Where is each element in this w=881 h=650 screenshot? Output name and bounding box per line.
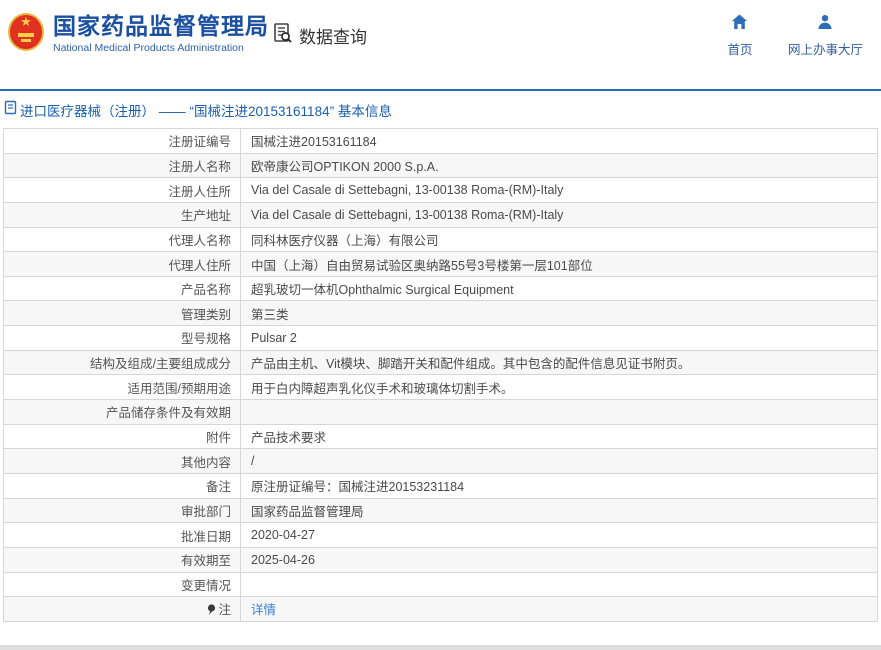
table-row: 型号规格Pulsar 2 xyxy=(4,326,878,351)
field-value xyxy=(241,572,878,597)
national-emblem-icon: ★ xyxy=(8,11,45,55)
field-value: Via del Casale di Settebagni, 13-00138 R… xyxy=(241,202,878,227)
brand-text: 国家药品监督管理局 National Medical Products Admi… xyxy=(53,13,269,54)
home-icon xyxy=(731,14,748,39)
table-row: 批准日期2020-04-27 xyxy=(4,523,878,548)
breadcrumb: 进口医疗器械（注册） —— “国械注进20153161184” 基本信息 xyxy=(0,91,881,128)
field-value: 第三类 xyxy=(241,301,878,326)
site-title: 国家药品监督管理局 xyxy=(53,13,269,39)
field-value: 2025-04-26 xyxy=(241,547,878,572)
field-label: 结构及组成/主要组成成分 xyxy=(4,350,241,375)
table-row: 代理人住所中国（上海）自由贸易试验区奥纳路55号3号楼第一层101部位 xyxy=(4,252,878,277)
field-value: 详情 xyxy=(241,597,878,622)
user-icon xyxy=(817,14,833,39)
table-row: 其他内容/ xyxy=(4,449,878,474)
field-value: 2020-04-27 xyxy=(241,523,878,548)
field-label: 适用范围/预期用途 xyxy=(4,375,241,400)
field-value: 国家药品监督管理局 xyxy=(241,498,878,523)
nav-item-label: 网上办事大厅 xyxy=(788,39,863,58)
registration-info-table: 注册证编号国械注进20153161184 注册人名称欧帝康公司OPTIKON 2… xyxy=(3,128,878,622)
field-value: / xyxy=(241,449,878,474)
site-subtitle: National Medical Products Administration xyxy=(53,42,269,54)
nav-item-home[interactable]: 首页 xyxy=(720,14,760,58)
nav-item-label: 首页 xyxy=(727,39,752,58)
field-label: 管理类别 xyxy=(4,301,241,326)
table-row: 生产地址Via del Casale di Settebagni, 13-001… xyxy=(4,202,878,227)
table-row: 注册人住所Via del Casale di Settebagni, 13-00… xyxy=(4,178,878,203)
table-row: 管理类别第三类 xyxy=(4,301,878,326)
table-row: 结构及组成/主要组成成分产品由主机、Vit模块、脚踏开关和配件组成。其中包含的配… xyxy=(4,350,878,375)
field-label: 变更情况 xyxy=(4,572,241,597)
field-value: 原注册证编号：国械注进20153231184 xyxy=(241,473,878,498)
field-label: 注册人名称 xyxy=(4,153,241,178)
field-label: 附件 xyxy=(4,424,241,449)
page-title: 进口医疗器械（注册） —— “国械注进20153161184” 基本信息 xyxy=(20,100,392,120)
document-search-icon xyxy=(272,22,299,49)
table-row: 适用范围/预期用途用于白内障超声乳化仪手术和玻璃体切割手术。 xyxy=(4,375,878,400)
field-value: 欧帝康公司OPTIKON 2000 S.p.A. xyxy=(241,153,878,178)
field-label: 批准日期 xyxy=(4,523,241,548)
field-value: 中国（上海）自由贸易试验区奥纳路55号3号楼第一层101部位 xyxy=(241,252,878,277)
page: ★ 国家药品监督管理局 National Medical Products Ad… xyxy=(0,0,881,645)
field-label: 注 xyxy=(4,597,241,622)
page-background xyxy=(0,645,881,650)
data-query-label: 数据查询 xyxy=(299,23,367,48)
field-label: 备注 xyxy=(4,473,241,498)
field-label: 型号规格 xyxy=(4,326,241,351)
field-label: 其他内容 xyxy=(4,449,241,474)
field-label: 代理人名称 xyxy=(4,227,241,252)
page-icon xyxy=(4,100,20,120)
field-label: 审批部门 xyxy=(4,498,241,523)
field-label: 注册证编号 xyxy=(4,129,241,154)
field-label: 有效期至 xyxy=(4,547,241,572)
table-row: 注 详情 xyxy=(4,597,878,622)
table-row: 审批部门国家药品监督管理局 xyxy=(4,498,878,523)
nav-item-service-hall[interactable]: 网上办事大厅 xyxy=(788,14,863,58)
table-row: 注册人名称欧帝康公司OPTIKON 2000 S.p.A. xyxy=(4,153,878,178)
table-row: 产品储存条件及有效期 xyxy=(4,400,878,425)
logo-link[interactable]: ★ 国家药品监督管理局 National Medical Products Ad… xyxy=(8,11,269,55)
field-value: Via del Casale di Settebagni, 13-00138 R… xyxy=(241,178,878,203)
field-label: 生产地址 xyxy=(4,202,241,227)
field-value: 用于白内障超声乳化仪手术和玻璃体切割手术。 xyxy=(241,375,878,400)
table-row: 备注原注册证编号：国械注进20153231184 xyxy=(4,473,878,498)
table-row: 产品名称超乳玻切一体机Ophthalmic Surgical Equipment xyxy=(4,276,878,301)
pin-icon xyxy=(207,604,216,619)
field-label: 产品名称 xyxy=(4,276,241,301)
data-query-button[interactable]: 数据查询 xyxy=(272,22,367,49)
table-row: 代理人名称同科林医疗仪器（上海）有限公司 xyxy=(4,227,878,252)
detail-link[interactable]: 详情 xyxy=(251,603,276,617)
field-value: 国械注进20153161184 xyxy=(241,129,878,154)
field-value xyxy=(241,400,878,425)
table-row: 附件产品技术要求 xyxy=(4,424,878,449)
field-label: 注册人住所 xyxy=(4,178,241,203)
field-value: Pulsar 2 xyxy=(241,326,878,351)
field-value: 超乳玻切一体机Ophthalmic Surgical Equipment xyxy=(241,276,878,301)
top-nav: 首页 网上办事大厅 xyxy=(720,14,863,58)
field-label: 产品储存条件及有效期 xyxy=(4,400,241,425)
field-value: 产品技术要求 xyxy=(241,424,878,449)
site-header: ★ 国家药品监督管理局 National Medical Products Ad… xyxy=(0,0,881,91)
table-row: 有效期至2025-04-26 xyxy=(4,547,878,572)
table-row: 变更情况 xyxy=(4,572,878,597)
table-row: 注册证编号国械注进20153161184 xyxy=(4,129,878,154)
field-label: 代理人住所 xyxy=(4,252,241,277)
field-value: 产品由主机、Vit模块、脚踏开关和配件组成。其中包含的配件信息见证书附页。 xyxy=(241,350,878,375)
field-value: 同科林医疗仪器（上海）有限公司 xyxy=(241,227,878,252)
